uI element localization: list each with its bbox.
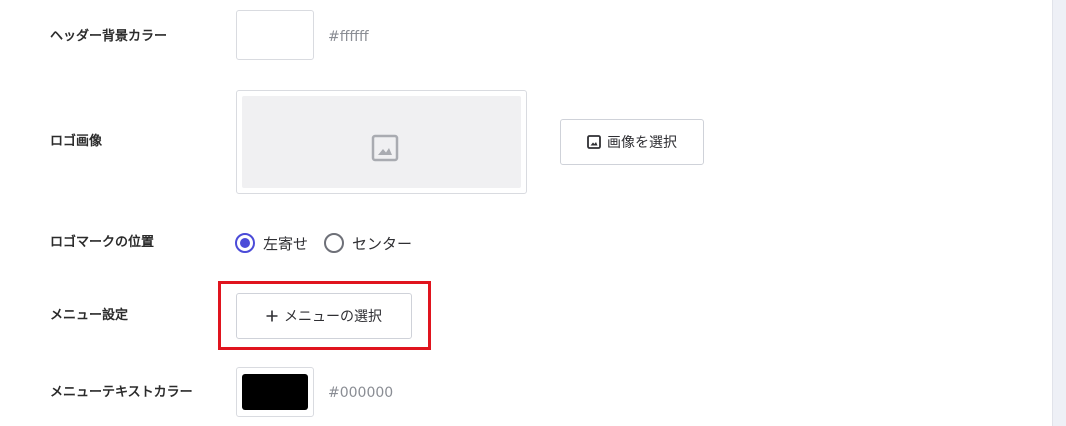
logo-position-label: ロゴマークの位置 [50,235,155,250]
logo-image-preview [236,90,527,194]
menu-text-color-value: #000000 [328,385,394,401]
logo-image-placeholder [242,96,521,188]
logo-position-radio-group: 左寄せ センター [235,231,428,255]
menu-text-color-swatch[interactable] [236,367,314,417]
radio-checked-icon [235,233,255,253]
header-bg-color-fill [242,17,308,53]
logo-position-center-radio[interactable]: センター [324,233,412,254]
logo-position-left-label: 左寄せ [263,234,309,253]
highlight-box [218,281,431,350]
radio-unchecked-icon [324,233,345,253]
settings-panel: ヘッダー背景カラー #ffffff ロゴ画像 画像を選択 ロゴマークの位置 左寄… [0,0,1053,426]
logo-position-left-radio[interactable]: 左寄せ [235,233,308,254]
select-image-button[interactable]: 画像を選択 [560,119,704,165]
menu-text-color-fill [242,374,308,410]
header-bg-color-label: ヘッダー背景カラー [50,29,168,44]
select-image-button-label: 画像を選択 [607,135,677,151]
image-icon [587,135,601,149]
logo-position-center-label: センター [352,234,413,253]
header-bg-color-value: #ffffff [328,29,369,45]
logo-image-label: ロゴ画像 [50,134,103,149]
menu-text-color-label: メニューテキストカラー [50,385,193,400]
image-placeholder-icon [371,134,399,162]
header-bg-color-swatch[interactable] [236,10,314,60]
menu-settings-label: メニュー設定 [50,308,129,323]
